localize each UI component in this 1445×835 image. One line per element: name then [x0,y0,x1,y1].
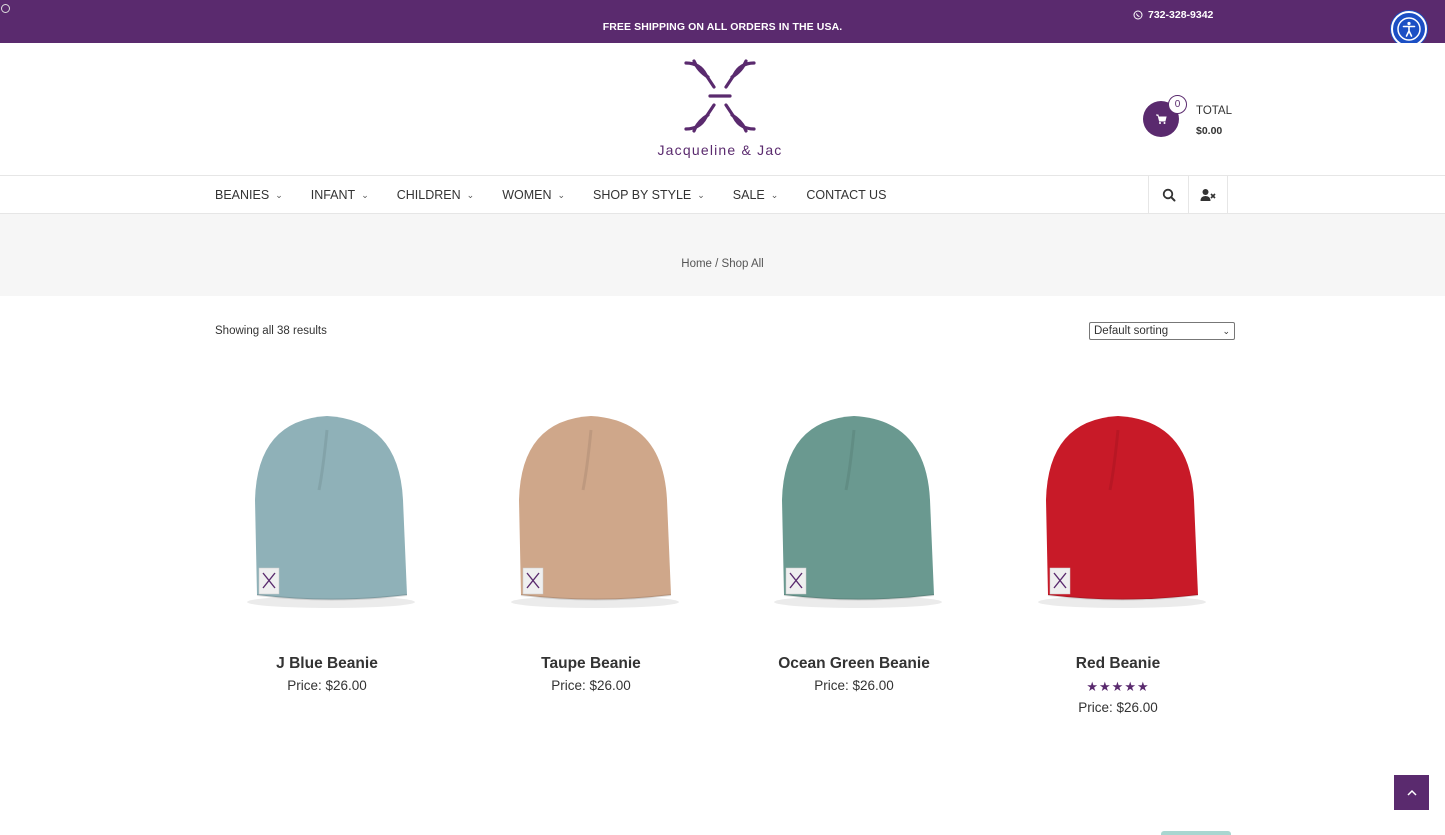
product-price: Price: $26.00 [287,678,367,693]
user-times-icon [1200,189,1216,201]
nav-item-label: SHOP BY STYLE [593,188,692,202]
chevron-down-icon: ⌄ [770,189,779,200]
product-card[interactable]: Taupe Beanie Price: $26.00 [476,375,706,693]
product-image[interactable] [739,375,969,625]
product-image[interactable] [212,375,442,625]
nav-item-women[interactable]: WOMEN ⌄ [502,188,565,202]
site-header: Jacqueline & Jac 0 TOTAL $0.00 [0,43,1445,176]
search-button[interactable] [1148,176,1188,214]
sort-select[interactable]: Default sorting ⌄ [1089,322,1235,340]
breadcrumb[interactable]: Home / Shop All [0,258,1445,270]
scroll-to-top-button[interactable] [1394,775,1429,810]
site-logo[interactable]: Jacqueline & Jac [640,57,800,158]
product-name[interactable]: Taupe Beanie [476,655,706,673]
nav-icon-group [1148,176,1228,214]
nav-item-infant[interactable]: INFANT ⌄ [311,188,369,202]
partial-element [1161,831,1231,835]
product-price: Price: $26.00 [551,678,631,693]
product-name[interactable]: Ocean Green Beanie [739,655,969,673]
main-nav: BEANIES ⌄ INFANT ⌄ CHILDREN ⌄ WOMEN ⌄ SHOP B… [0,176,1445,214]
nav-item-children[interactable]: CHILDREN ⌄ [397,188,474,202]
sort-selected-value: Default sorting [1094,325,1169,337]
product-price: Price: $26.00 [814,678,894,693]
free-shipping-text: FREE SHIPPING ON ALL ORDERS IN THE USA. [602,21,843,33]
product-name[interactable]: J Blue Beanie [212,655,442,673]
cart-total-value: $0.00 [1196,125,1223,137]
accessibility-button[interactable] [1391,11,1427,47]
nav-item-shop-by-style[interactable]: SHOP BY STYLE ⌄ [593,188,705,202]
nav-item-sale[interactable]: SALE ⌄ [733,188,779,202]
chevron-down-icon: ⌄ [361,189,369,200]
product-price: Price: $26.00 [1078,700,1158,715]
chevron-down-icon: ⌄ [557,189,566,200]
result-count: Showing all 38 results [215,325,327,337]
product-image[interactable] [1003,375,1233,625]
cart-total-label: TOTAL [1196,105,1232,117]
nav-item-beanies[interactable]: BEANIES ⌄ [215,188,283,202]
nav-item-label: INFANT [310,188,356,202]
nav-item-label: BEANIES [215,188,270,202]
brand-name: Jacqueline & Jac [657,142,783,158]
nav-item-contact-us[interactable]: CONTACT US [806,188,886,202]
rating-stars: ★★★★★ [1086,679,1150,694]
product-image[interactable] [476,375,706,625]
accessibility-icon [1397,17,1421,41]
breadcrumb-bar: Home / Shop All [0,214,1445,296]
logo-mark-icon [684,59,756,133]
search-icon [1162,188,1175,202]
product-name[interactable]: Red Beanie [1003,655,1233,673]
nav-item-label: SALE [732,188,765,202]
nav-item-label: CHILDREN [396,188,461,202]
nav-item-label: WOMEN [502,188,552,202]
corner-circle-icon [1,4,10,13]
chevron-down-icon: ⌄ [697,189,705,200]
whatsapp-icon [1133,10,1143,20]
account-button[interactable] [1188,176,1228,214]
product-card[interactable]: Red Beanie ★★★★★ Price: $26.00 [1003,375,1233,715]
chevron-up-icon [1406,789,1417,796]
product-card[interactable]: Ocean Green Beanie Price: $26.00 [739,375,969,693]
cart-icon [1156,114,1167,124]
product-card[interactable]: J Blue Beanie Price: $26.00 [212,375,442,693]
chevron-down-icon: ⌄ [1222,326,1230,336]
nav-item-label: CONTACT US [806,188,887,202]
phone-number: 732-328-9342 [1148,9,1214,21]
phone-link[interactable]: 732-328-9342 [1133,9,1213,21]
chevron-down-icon: ⌄ [275,189,283,200]
promo-bar: FREE SHIPPING ON ALL ORDERS IN THE USA. … [0,0,1445,43]
chevron-down-icon: ⌄ [466,189,475,200]
cart-count-badge: 0 [1168,95,1187,114]
